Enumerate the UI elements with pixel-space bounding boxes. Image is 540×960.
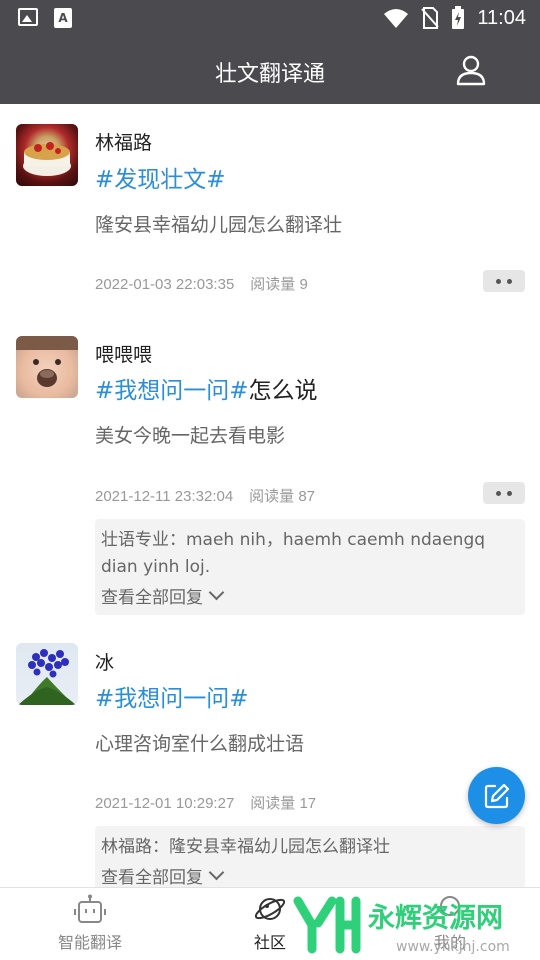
user-icon xyxy=(440,896,460,916)
more-options-button[interactable] xyxy=(483,270,525,292)
nav-label: 智能翻译 xyxy=(57,933,122,952)
dot-icon xyxy=(496,490,501,496)
reply-text: 壮语专业：maeh nih，haemh caemh ndaengq dian y… xyxy=(101,530,486,577)
author-name: 林福路 xyxy=(95,132,153,154)
planet-icon xyxy=(254,898,286,920)
post-content: 隆安县幸福幼儿园怎么翻译壮 xyxy=(95,214,343,236)
cake-photo xyxy=(23,142,71,176)
chevron-down-icon xyxy=(208,584,225,601)
post-card[interactable]: 冰 #我想问一问# 心理咨询室什么翻成壮语 2021-12-01 10:29:2… xyxy=(0,624,540,888)
topic-tag[interactable]: #我想问一问# xyxy=(95,686,249,712)
author-name: 冰 xyxy=(95,652,115,674)
bottom-navigation: 智能翻译 社区 我的 xyxy=(0,887,540,960)
no-sim-icon xyxy=(421,7,440,29)
post-headline[interactable]: #我想问一问#怎么说 xyxy=(95,371,318,405)
edit-icon xyxy=(484,783,509,808)
app-header: 壮文翻译通 xyxy=(0,36,540,104)
child-photo xyxy=(16,336,78,387)
clock: 11:04 xyxy=(477,6,526,29)
chevron-down-icon xyxy=(208,864,225,881)
timestamp: 2021-12-11 23:32:04 xyxy=(95,488,234,505)
reply-preview[interactable]: 壮语专业：maeh nih，haemh caemh ndaengq dian y… xyxy=(95,519,525,615)
read-count: 阅读量 87 xyxy=(249,488,316,505)
read-count: 阅读量 9 xyxy=(250,276,308,293)
post-meta: 2022-01-03 22:03:35 阅读量 9 xyxy=(95,273,308,294)
image-notification-icon xyxy=(18,8,38,26)
timestamp: 2021-12-01 10:29:27 xyxy=(95,795,235,812)
post-content: 美女今晚一起去看电影 xyxy=(95,425,286,447)
read-count: 阅读量 17 xyxy=(250,795,317,812)
topic-tag[interactable]: #我想问一问# xyxy=(95,378,249,404)
wifi-icon xyxy=(384,9,409,28)
reply-text: 林福路：隆安县幸福幼儿园怎么翻译壮 xyxy=(101,837,390,857)
dot-icon xyxy=(507,490,512,496)
post-card[interactable]: 喂喂喂 #我想问一问#怎么说 美女今晚一起去看电影 2021-12-11 23:… xyxy=(0,314,540,624)
avatar[interactable] xyxy=(16,643,78,705)
topic-tag[interactable]: #发现壮文# xyxy=(95,167,226,193)
compose-post-button[interactable] xyxy=(468,767,525,824)
nav-item-translate[interactable]: 智能翻译 xyxy=(30,894,150,953)
nav-item-mine[interactable]: 我的 xyxy=(390,894,510,953)
view-all-label: 查看全部回复 xyxy=(101,868,203,888)
nav-item-community[interactable]: 社区 xyxy=(210,894,330,953)
post-headline[interactable]: #我想问一问# xyxy=(95,679,249,713)
nav-label: 社区 xyxy=(253,933,286,952)
person-icon[interactable] xyxy=(454,53,488,87)
view-all-label: 查看全部回复 xyxy=(101,588,203,608)
view-all-replies-link[interactable]: 查看全部回复 xyxy=(101,863,519,888)
dot-icon xyxy=(507,278,512,284)
nav-label: 我的 xyxy=(433,933,466,952)
robot-icon xyxy=(74,894,106,923)
post-meta: 2021-12-01 10:29:27 阅读量 17 xyxy=(95,792,316,813)
app-notification-icon: A xyxy=(54,8,72,28)
post-headline[interactable]: #发现壮文# xyxy=(95,160,226,194)
dot-icon xyxy=(496,278,501,284)
timestamp: 2022-01-03 22:03:35 xyxy=(95,276,235,293)
avatar[interactable] xyxy=(16,336,78,398)
reply-preview[interactable]: 林福路：隆安县幸福幼儿园怎么翻译壮 查看全部回复 xyxy=(95,826,525,888)
status-bar: A 11:04 xyxy=(0,0,540,36)
post-content: 心理咨询室什么翻成壮语 xyxy=(95,733,305,755)
battery-charging-icon xyxy=(452,6,465,29)
flower-photo xyxy=(18,649,76,705)
more-options-button[interactable] xyxy=(483,482,525,504)
view-all-replies-link[interactable]: 查看全部回复 xyxy=(101,583,519,608)
post-card[interactable]: 林福路 #发现壮文# 隆安县幸福幼儿园怎么翻译壮 2022-01-03 22:0… xyxy=(0,104,540,314)
post-meta: 2021-12-11 23:32:04 阅读量 87 xyxy=(95,485,315,506)
avatar[interactable] xyxy=(16,124,78,186)
headline-suffix: 怎么说 xyxy=(248,378,318,404)
author-name: 喂喂喂 xyxy=(95,344,153,366)
